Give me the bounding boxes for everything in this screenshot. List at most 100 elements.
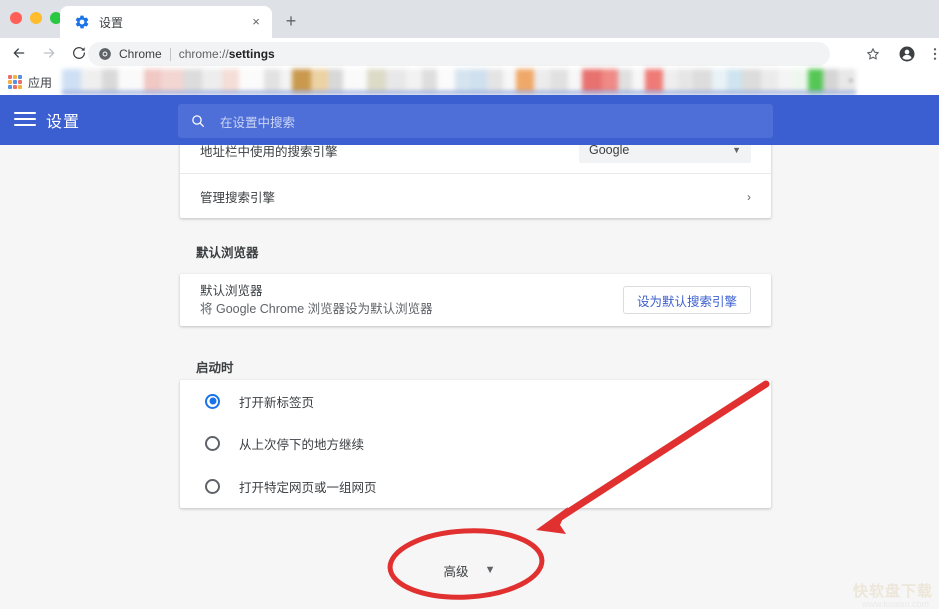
watermark-subtext: www.kuaiso.com [861, 599, 929, 609]
redacted-bookmark-swatch [808, 69, 823, 93]
radio-button[interactable] [205, 478, 220, 494]
radio-button-selected[interactable] [205, 393, 220, 409]
startup-option-label: 从上次停下的地方继续 [239, 438, 365, 453]
redacted-bookmark-swatch [486, 69, 503, 93]
default-browser-card: 默认浏览器 将 Google Chrome 浏览器设为默认浏览器 设为默认搜索引… [180, 274, 771, 326]
browser-tab-settings[interactable]: 设置 × [60, 6, 272, 38]
redacted-bookmark-swatch [279, 69, 293, 93]
chevron-down-icon: ▼ [732, 145, 741, 155]
chevron-down-icon: ▼ [484, 564, 496, 576]
star-icon[interactable] [862, 43, 884, 65]
default-browser-subtitle: 将 Google Chrome 浏览器设为默认浏览器 [200, 301, 433, 316]
redacted-bookmark-swatch [632, 69, 646, 93]
redacted-bookmark-swatch [741, 69, 761, 93]
minimize-window-button[interactable] [30, 12, 42, 24]
browser-toolbar: Chrome chrome://settings [0, 38, 939, 68]
redacted-bookmark-swatch [422, 69, 437, 93]
default-browser-texts: 默认浏览器 将 Google Chrome 浏览器设为默认浏览器 [200, 283, 623, 318]
arrow-right-icon [36, 40, 62, 66]
startup-option-label: 打开特定网页或一组网页 [239, 480, 377, 495]
omnibox-separator [169, 47, 171, 61]
redacted-bookmark-swatch [550, 69, 568, 93]
redacted-bookmark-swatch [311, 69, 329, 93]
redacted-bookmark-swatch [678, 69, 693, 93]
redacted-bookmark-swatch [692, 69, 712, 93]
apps-grid-icon[interactable] [8, 75, 22, 89]
settings-search-placeholder: 在设置中搜索 [220, 115, 296, 130]
omnibox-site-chip: Chrome [119, 47, 162, 61]
redacted-bookmark-swatch [645, 69, 663, 93]
redacted-bookmark-swatch [502, 69, 516, 93]
startup-card: 打开新标签页 从上次停下的地方继续 打开特定网页或一组网页 [180, 380, 771, 508]
startup-option-continue[interactable]: 从上次停下的地方继续 [180, 423, 771, 466]
set-as-default-button[interactable]: 设为默认搜索引擎 [622, 286, 751, 314]
search-engine-select[interactable]: Google ▼ [579, 145, 751, 163]
redacted-bookmark-swatch [201, 69, 222, 93]
default-browser-title: 默认浏览器 [200, 283, 263, 298]
redacted-bookmark-swatch [602, 69, 618, 93]
omnibox-url-prefix: chrome:// [178, 47, 229, 61]
redacted-bookmark-swatch [80, 69, 103, 93]
redacted-bookmark-swatch [777, 69, 793, 93]
startup-option-label: 打开新标签页 [239, 395, 315, 410]
redacted-bookmark-swatch [822, 69, 839, 93]
chrome-browser-window: 设置 × + Chrome chrome://settings 应用 » 地址栏… [0, 0, 939, 609]
settings-gear-icon [74, 14, 90, 30]
watermark-text: 快软盘下载 [853, 580, 933, 601]
address-bar-search-engine-row[interactable]: 地址栏中使用的搜索引擎 Google ▼ [180, 145, 771, 173]
redacted-bookmark-swatch [118, 69, 145, 93]
address-bar-search-engine-label: 地址栏中使用的搜索引擎 [200, 145, 338, 159]
advanced-expander-button[interactable]: 高级 ▼ [0, 550, 939, 590]
startup-option-specific-pages[interactable]: 打开特定网页或一组网页 [180, 465, 771, 508]
profile-avatar-icon[interactable] [896, 43, 918, 65]
redacted-bookmark-swatch [328, 69, 343, 93]
redacted-bookmark-swatch [727, 69, 742, 93]
bookmarks-bar: 应用 » [0, 68, 939, 95]
manage-search-engines-row[interactable]: 管理搜索引擎 › [180, 173, 771, 219]
settings-search-box[interactable]: 在设置中搜索 [178, 104, 773, 138]
default-browser-section-title: 默认浏览器 [196, 246, 259, 260]
redacted-bookmark-swatch [515, 69, 535, 93]
redacted-bookmark-swatch [617, 69, 633, 93]
chrome-icon [98, 47, 112, 61]
redacted-bookmark-swatch [367, 69, 387, 93]
redacted-bookmarks-strip [62, 69, 856, 93]
redacted-bookmark-swatch [711, 69, 728, 93]
omnibox-url-path: settings [228, 47, 275, 61]
omnibox[interactable]: Chrome chrome://settings [88, 42, 830, 66]
radio-button[interactable] [205, 436, 220, 452]
redacted-bookmark-swatch [792, 69, 809, 93]
advanced-label: 高级 [443, 564, 469, 579]
redacted-bookmark-swatch [263, 69, 280, 93]
hamburger-menu-icon[interactable] [14, 108, 36, 130]
startup-option-new-tab[interactable]: 打开新标签页 [180, 380, 771, 423]
redacted-bookmark-swatch [567, 69, 582, 93]
redacted-bookmark-swatch [292, 69, 312, 93]
redacted-bookmark-swatch [62, 69, 81, 93]
search-icon [190, 113, 206, 129]
redacted-bookmark-swatch [221, 69, 240, 93]
redacted-bookmark-swatch [534, 69, 551, 93]
window-traffic-lights [10, 12, 62, 24]
watermark-label: 快软盘下载 [852, 583, 933, 600]
settings-page-title: 设置 [46, 114, 81, 131]
new-tab-button[interactable]: + [280, 11, 302, 33]
redacted-bookmark-swatch [469, 69, 487, 93]
redacted-bookmark-swatch [760, 69, 778, 93]
close-icon[interactable]: × [248, 14, 264, 30]
manage-search-engines-label: 管理搜索引擎 [200, 191, 276, 205]
tab-strip: 设置 × + [0, 0, 939, 38]
omnibox-url: chrome://settings [179, 47, 275, 61]
redacted-bookmark-swatch [342, 69, 368, 93]
arrow-left-icon[interactable] [6, 40, 32, 66]
bookmarks-underline-decoration [62, 91, 856, 94]
bookmarks-overflow-chevron-icon[interactable]: » [848, 75, 854, 86]
startup-section-title: 启动时 [196, 361, 234, 375]
search-engine-card: 地址栏中使用的搜索引擎 Google ▼ 管理搜索引擎 › [180, 145, 771, 218]
bookmark-apps-label[interactable]: 应用 [28, 74, 52, 91]
redacted-bookmark-swatch [455, 69, 470, 93]
close-window-button[interactable] [10, 12, 22, 24]
three-dot-menu-icon[interactable] [924, 43, 939, 65]
default-browser-row: 默认浏览器 将 Google Chrome 浏览器设为默认浏览器 设为默认搜索引… [180, 274, 771, 326]
settings-content-area: 地址栏中使用的搜索引擎 Google ▼ 管理搜索引擎 › 默认浏览器 默认浏览… [0, 145, 939, 609]
